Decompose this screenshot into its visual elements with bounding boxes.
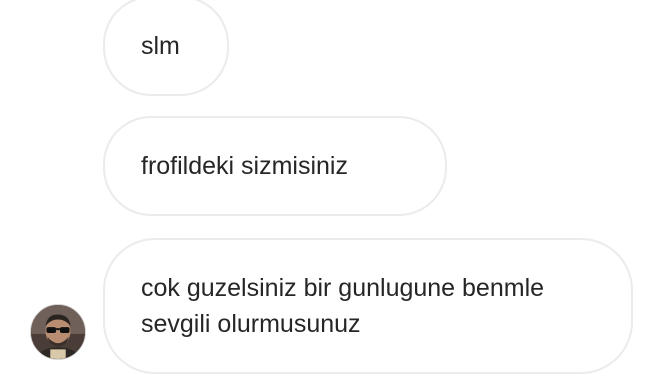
message-bubble[interactable]: cok guzelsiniz bir gunlugune benmle sevg…: [103, 238, 633, 374]
message-thread: slm frofildeki sizmisiniz cok guzelsiniz…: [0, 0, 672, 378]
message-text: frofildeki sizmisiniz: [141, 152, 348, 180]
message-text: slm: [141, 32, 180, 60]
message-text: cok guzelsiniz bir gunlugune benmle sevg…: [141, 274, 545, 338]
message-bubble[interactable]: frofildeki sizmisiniz: [103, 116, 447, 216]
sender-avatar[interactable]: [30, 304, 86, 360]
user-avatar-icon: [31, 305, 85, 359]
message-bubble[interactable]: slm: [103, 0, 229, 96]
